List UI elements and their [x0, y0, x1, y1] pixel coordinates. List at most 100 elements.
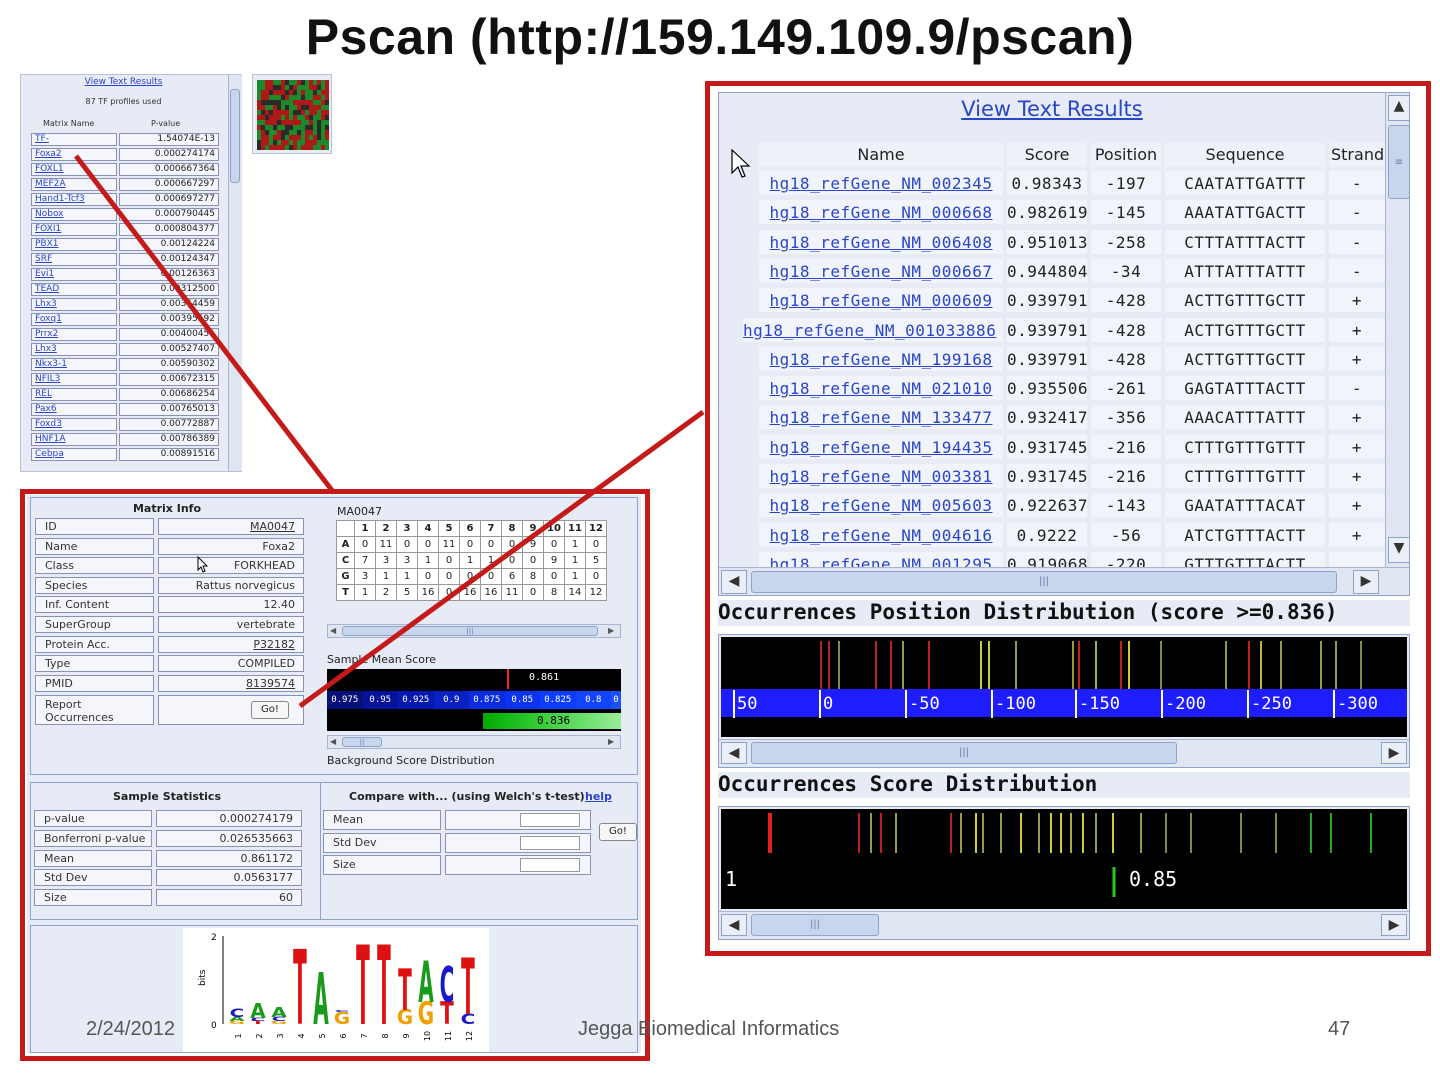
thumbnail-matrix-name[interactable]: Pax6: [31, 403, 117, 416]
thumbnail-matrix-name[interactable]: HNF1A: [31, 433, 117, 446]
gene-name-link[interactable]: hg18_refGene_NM_003381: [759, 464, 1003, 488]
heatmap-cell: [281, 130, 285, 135]
compare-help-link[interactable]: help: [585, 790, 612, 803]
scrollbar-thumb[interactable]: [230, 89, 240, 183]
thumbnail-matrix-name[interactable]: PBX1: [31, 238, 117, 251]
gene-name-link[interactable]: hg18_refGene_NM_004616: [759, 522, 1003, 547]
thumbnail-matrix-name[interactable]: MEF2A: [31, 178, 117, 191]
score-horizontal-scrollbar[interactable]: ◀ ||| ▶: [719, 911, 1409, 939]
gene-name-link[interactable]: hg18_refGene_NM_000668: [759, 200, 1003, 225]
bg-scrollbar[interactable]: ◀ || ▶: [327, 735, 621, 749]
thumbnail-matrix-name[interactable]: SRF: [31, 253, 117, 266]
position-tick-label: 50: [733, 690, 757, 718]
heatmap-cell: [317, 100, 321, 105]
compare-input[interactable]: [520, 858, 580, 872]
scroll-left-button[interactable]: ◀: [721, 914, 747, 936]
results-h-scroll-thumb[interactable]: |||: [751, 571, 1337, 593]
sample-stat-label: p-value: [34, 810, 152, 827]
compare-input[interactable]: [520, 813, 580, 827]
heatmap-image: [257, 80, 329, 150]
thumbnail-matrix-name[interactable]: Foxq1: [31, 313, 117, 326]
col-header-sequence[interactable]: Sequence: [1165, 143, 1325, 167]
results-vertical-scrollbar[interactable]: ▲ ≡ ▼: [1385, 93, 1409, 567]
heatmap-cell: [257, 110, 261, 115]
position-horizontal-scrollbar[interactable]: ◀ ||| ▶: [719, 739, 1409, 767]
thumbnail-matrix-name[interactable]: Hand1-Tcf3: [31, 193, 117, 206]
heatmap-cell: [289, 105, 293, 110]
thumbnail-matrix-name[interactable]: Lhx3: [31, 343, 117, 356]
pfm-horizontal-scrollbar[interactable]: ◀ ||| ▶: [327, 624, 621, 638]
gene-name-link[interactable]: hg18_refGene_NM_199168: [759, 346, 1003, 371]
scroll-up-button[interactable]: ▲: [1388, 95, 1409, 121]
compare-go-button[interactable]: Go!: [599, 823, 637, 841]
scroll-right-button[interactable]: ▶: [608, 737, 614, 746]
heatmap-cell: [309, 145, 313, 150]
thumbnail-matrix-name[interactable]: Prrx2: [31, 328, 117, 341]
gene-name-link[interactable]: hg18_refGene_NM_194435: [759, 434, 1003, 459]
col-header-score[interactable]: Score: [1007, 143, 1087, 167]
thumbnail-matrix-name[interactable]: TEAD: [31, 283, 117, 296]
gene-name-link[interactable]: hg18_refGene_NM_001033886: [743, 317, 1003, 342]
scroll-right-button[interactable]: ▶: [1381, 914, 1407, 936]
compare-input[interactable]: [520, 835, 580, 850]
results-horizontal-scrollbar[interactable]: ◀ ||| ▶: [719, 567, 1409, 595]
col-header-position[interactable]: Position: [1091, 143, 1161, 167]
gene-name-link[interactable]: hg18_refGene_NM_000609: [759, 288, 1003, 313]
gene-name-link[interactable]: hg18_refGene_NM_000667: [759, 258, 1003, 283]
pfm-scroll-thumb[interactable]: |||: [342, 626, 598, 636]
thumbnail-matrix-name[interactable]: Foxd3: [31, 418, 117, 431]
score-scroll-thumb[interactable]: |||: [751, 914, 879, 936]
scroll-left-button[interactable]: ◀: [721, 742, 747, 764]
gene-name-link[interactable]: hg18_refGene_NM_006408: [759, 229, 1003, 254]
thumbnail-matrix-name[interactable]: FOXL1: [31, 163, 117, 176]
matrix-info-value[interactable]: MA0047: [158, 518, 304, 535]
heatmap-cell: [289, 110, 293, 115]
thumbnail-matrix-name[interactable]: REL: [31, 388, 117, 401]
thumbnail-view-text-results-link[interactable]: View Text Results: [21, 77, 226, 87]
heatmap-cell: [261, 90, 265, 95]
scroll-down-button[interactable]: ▼: [1388, 537, 1409, 563]
gene-name-link[interactable]: hg18_refGene_NM_133477: [759, 405, 1003, 430]
matrix-info-value[interactable]: 8139574: [158, 674, 304, 692]
thumbnail-matrix-name[interactable]: Lhx3: [31, 298, 117, 311]
thumbnail-matrix-name[interactable]: TF-: [31, 133, 117, 146]
view-text-results-link[interactable]: View Text Results: [719, 97, 1385, 121]
gene-name-link[interactable]: hg18_refGene_NM_005603: [759, 493, 1003, 518]
col-header-name[interactable]: Name: [759, 143, 1003, 167]
heatmap-cell: [261, 130, 265, 135]
scroll-right-button[interactable]: ▶: [608, 626, 614, 635]
sequence-cell: CAATATTGATTT: [1165, 171, 1325, 195]
thumbnail-matrix-name[interactable]: FOXI1: [31, 223, 117, 236]
scroll-left-button[interactable]: ◀: [330, 626, 336, 635]
col-header-strand[interactable]: Strand: [1329, 143, 1385, 167]
bg-scroll-thumb[interactable]: ||: [342, 737, 382, 747]
heatmap-cell: [297, 80, 301, 85]
heatmap-cell: [297, 120, 301, 125]
scroll-left-button[interactable]: ◀: [721, 570, 747, 594]
thumbnail-matrix-name[interactable]: Nkx3-1: [31, 358, 117, 371]
score-cell: 0.931745: [1007, 434, 1088, 459]
scroll-right-button[interactable]: ▶: [1353, 570, 1379, 594]
position-scroll-thumb[interactable]: |||: [751, 742, 1177, 764]
thumbnail-matrix-name[interactable]: NFIL3: [31, 373, 117, 386]
results-scroll-thumb[interactable]: ≡: [1388, 125, 1409, 199]
thumbnail-matrix-name[interactable]: Cebpa: [31, 448, 117, 461]
thumbnail-vertical-scrollbar[interactable]: [228, 75, 242, 471]
thumbnail-result-row: Nobox 0.000790445: [31, 208, 227, 222]
score-chart-bg: [721, 809, 1407, 909]
heatmap-thumbnail[interactable]: [252, 74, 332, 154]
thumbnail-matrix-name[interactable]: Nobox: [31, 208, 117, 221]
gene-name-link[interactable]: hg18_refGene_NM_021010: [759, 376, 1003, 401]
sample-stat-row: Bonferroni p-value 0.026535663: [34, 829, 306, 847]
heatmap-cell: [285, 120, 289, 125]
scroll-left-button[interactable]: ◀: [330, 737, 336, 746]
report-go-button[interactable]: Go!: [251, 701, 289, 719]
gene-name-link[interactable]: hg18_refGene_NM_002345: [759, 171, 1003, 195]
pfm-column-header: 1: [354, 520, 376, 537]
scroll-right-button[interactable]: ▶: [1381, 742, 1407, 764]
thumbnail-matrix-name[interactable]: Foxa2: [31, 148, 117, 161]
matrix-info-value[interactable]: P32182: [158, 635, 304, 653]
heatmap-cell: [317, 135, 321, 140]
thumbnail-matrix-name[interactable]: Evi1: [31, 268, 117, 281]
help-link-text[interactable]: help: [585, 790, 612, 803]
